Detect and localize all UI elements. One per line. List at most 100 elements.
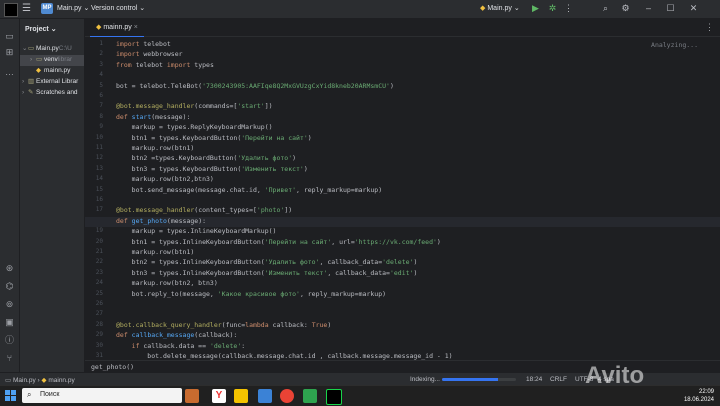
run-configuration-selector[interactable]: ◆ Main.py ⌄ (480, 4, 520, 12)
code-line[interactable]: btn1 = types.InlineKeyboardButton('Перей… (116, 238, 441, 248)
yandex-browser-icon[interactable]: Y (212, 389, 226, 403)
fox-app-icon[interactable] (185, 389, 199, 403)
line-number: 28 (95, 320, 103, 328)
code-line[interactable]: markup.row(btn1) (116, 248, 195, 258)
code-line[interactable]: bot = telebot.TeleBot('7300243905:AAFIqe… (116, 82, 394, 92)
code-line[interactable]: def get_photo(message): (116, 217, 206, 227)
cursor-position[interactable]: 18:24 (526, 376, 542, 383)
line-number: 5 (99, 81, 103, 89)
code-line[interactable]: bot.send_message(message.chat.id, 'Приве… (116, 186, 382, 196)
code-line[interactable]: btn3 = types.KeyboardButton('Изменить те… (116, 165, 308, 175)
code-line[interactable]: if callback.data == 'delete': (116, 342, 246, 352)
progress-fill (442, 378, 498, 381)
debug-icon[interactable]: ✲ (547, 3, 558, 14)
windows-start-icon[interactable] (5, 390, 17, 402)
maximize-icon[interactable]: ☐ (665, 3, 676, 14)
settings-icon[interactable]: ⚙ (620, 3, 631, 14)
project-panel-header[interactable]: Project ⌄ (25, 25, 57, 33)
more-tools-icon[interactable]: … (4, 67, 15, 78)
code-line[interactable]: from telebot import types (116, 61, 214, 71)
close-icon[interactable]: ✕ (688, 3, 699, 14)
code-line[interactable]: markup = types.InlineKeyboardMarkup() (116, 227, 277, 237)
code-line[interactable]: bot.delete_message(callback.message.chat… (116, 352, 452, 360)
folder-icon: ▭ (5, 377, 12, 384)
python-console-icon[interactable]: ⌬ (4, 281, 15, 292)
code-line[interactable]: import webbrowser (116, 50, 183, 60)
folder-icon: ▭ (28, 45, 35, 52)
run-icon[interactable]: ▶ (530, 3, 541, 14)
line-number: 13 (95, 164, 103, 172)
code-line[interactable]: markup.row(btn1) (116, 144, 195, 154)
breadcrumb-item[interactable]: get_photo() (91, 363, 134, 371)
line-number: 20 (95, 237, 103, 245)
pycharm-taskbar-icon[interactable] (326, 389, 342, 405)
python-file-icon: ◆ (36, 67, 41, 74)
services-icon[interactable]: ⊚ (4, 299, 15, 310)
chevron-down-icon: ⌄ (513, 5, 520, 12)
system-clock[interactable]: 22:09 18.06.2024 (684, 388, 714, 404)
code-line[interactable]: markup = types.ReplyKeyboardMarkup() (116, 123, 273, 133)
line-number: 24 (95, 279, 103, 287)
code-line[interactable]: btn3 = types.InlineKeyboardButton('Измен… (116, 269, 418, 279)
project-tree-item[interactable]: ◆ mainn.py (20, 66, 84, 77)
search-icon[interactable]: ⌕ (600, 3, 611, 14)
project-tree-item[interactable]: › ▥ External Librar (20, 77, 84, 88)
code-line[interactable]: markup.row(btn2,btn3) (116, 175, 214, 185)
status-path-file: mainn.py (48, 377, 75, 384)
line-number: 15 (95, 185, 103, 193)
line-ending[interactable]: CRLF (550, 376, 567, 383)
file-explorer-icon[interactable] (234, 389, 248, 403)
line-number: 23 (95, 268, 103, 276)
panel-title: Project (25, 26, 49, 33)
project-tree-item[interactable]: ⌄▭ Main.pyC:\U (20, 44, 84, 55)
tree-item-label: Scratches and (36, 89, 78, 96)
status-path[interactable]: ▭ Main.py › ◆ mainn.py (5, 376, 75, 384)
version-control-icon[interactable]: ⑂ (4, 353, 15, 364)
code-line[interactable]: @bot.message_handler(commands=['start']) (116, 102, 273, 112)
python-packages-icon[interactable]: ⊛ (4, 263, 15, 274)
tree-item-label: mainn.py (44, 67, 71, 74)
code-editor[interactable]: 1234567891011121314151617181920212223242… (85, 37, 720, 360)
code-line[interactable]: import telebot (116, 40, 171, 50)
analyzing-status: Analyzing... (651, 41, 698, 49)
code-line[interactable]: markup.row(btn2, btn3) (116, 279, 218, 289)
line-number: 31 (95, 352, 103, 359)
taskbar-search-box[interactable]: ⌕ Поиск (22, 388, 182, 403)
tree-item-path-hint: librar (57, 56, 73, 63)
status-path-root: Main.py (12, 377, 36, 384)
python-file-icon: ◆ (96, 24, 102, 31)
store-icon[interactable] (303, 389, 317, 403)
line-number: 19 (95, 227, 103, 235)
line-number: 7 (99, 102, 103, 110)
indexing-status[interactable]: Indexing... (410, 376, 440, 383)
code-line[interactable]: btn2 = types.InlineKeyboardButton('Удали… (116, 258, 418, 268)
code-line[interactable]: def callback_message(callback): (116, 331, 237, 341)
code-line[interactable]: def start(message): (116, 113, 190, 123)
more-tabs-icon[interactable]: ⋮ (705, 22, 714, 33)
code-line[interactable]: btn2 =types.KeyboardButton('Удалить фото… (116, 154, 296, 164)
chrome-icon[interactable] (280, 389, 294, 403)
project-tree-item[interactable]: › ✎ Scratches and (20, 88, 84, 99)
project-name: Main.py (57, 5, 82, 12)
code-line[interactable]: @bot.message_handler(content_types=['pho… (116, 206, 292, 216)
tree-item-path-hint: C:\U (58, 45, 72, 52)
terminal-icon[interactable]: ▣ (4, 317, 15, 328)
main-menu-icon[interactable]: ☰ (22, 3, 31, 14)
line-number: 21 (95, 248, 103, 255)
tab-mainn-py[interactable]: ◆ mainn.py × (90, 19, 144, 38)
project-switcher[interactable]: Main.py ⌄ (57, 4, 89, 12)
code-line[interactable]: @bot.callback_query_handler(func=lambda … (116, 321, 331, 331)
code-line[interactable]: btn1 = types.KeyboardButton('Перейти на … (116, 134, 312, 144)
more-actions-icon[interactable]: ⋮ (563, 3, 574, 14)
mail-icon[interactable] (258, 389, 272, 403)
version-control-menu[interactable]: Version control ⌄ (91, 4, 145, 12)
structure-tool-icon[interactable]: ⊞ (4, 47, 15, 58)
problems-icon[interactable]: ⓘ (4, 335, 15, 346)
project-tree-item[interactable]: › ▭ venvlibrar (20, 55, 84, 66)
code-line[interactable]: bot.reply_to(message, 'Какое красивое фо… (116, 290, 386, 300)
close-tab-icon[interactable]: × (134, 24, 138, 31)
project-badge[interactable]: MP (41, 3, 53, 14)
project-tool-icon[interactable]: ▭ (4, 31, 15, 42)
minimize-icon[interactable]: – (643, 3, 654, 14)
line-number: 2 (99, 50, 103, 58)
